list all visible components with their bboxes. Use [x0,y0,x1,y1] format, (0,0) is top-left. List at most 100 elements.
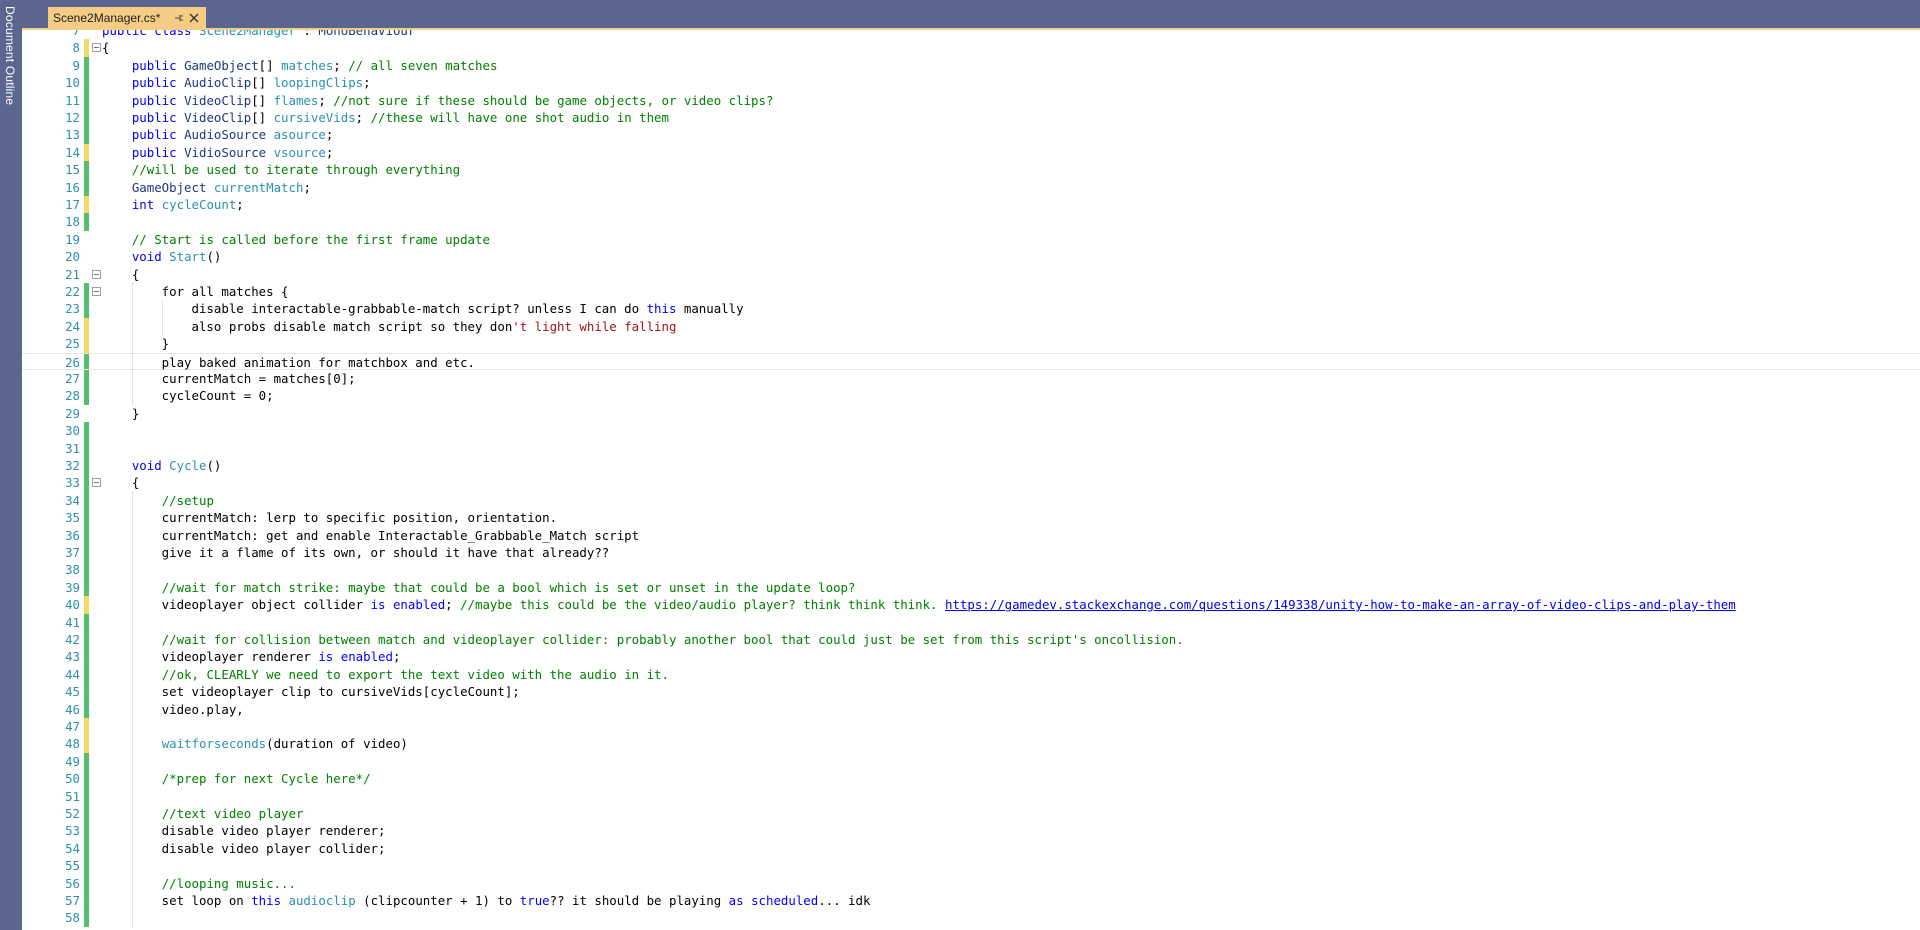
code-text: currentMatch: lerp to specific position,… [102,509,1920,526]
code-token: ; [355,110,371,125]
collapse-icon[interactable] [92,478,101,488]
code-token: give it a flame of its own, or should it… [102,545,610,560]
code-line[interactable]: 19 // Start is called before the first f… [22,231,1920,248]
code-line[interactable]: 46 video.play, [22,700,1920,718]
code-line[interactable]: 18 [22,213,1920,231]
code-line[interactable]: 56 //looping music... [22,874,1920,892]
saved-change-marker [84,839,89,858]
code-line[interactable]: 38 [22,561,1920,579]
saved-change-marker [84,126,89,144]
code-line[interactable]: 39 //wait for match strike: maybe that c… [22,578,1920,597]
code-line[interactable]: 51 [22,787,1920,805]
saved-change-marker [84,578,89,597]
code-line[interactable]: 24 also probs disable match script so th… [22,317,1920,336]
code-line[interactable]: 34 //setup [22,491,1920,510]
collapse-icon[interactable] [92,269,101,279]
code-token: public [131,110,185,125]
saved-change-marker [84,874,89,892]
close-icon[interactable] [186,10,202,26]
code-line[interactable]: 30 [22,422,1920,440]
code-line[interactable]: 54 disable video player collider; [22,839,1920,858]
code-line[interactable]: 57 set loop on this audioclip (clipcount… [22,892,1920,910]
unsaved-change-marker [84,735,89,753]
code-token: [] [251,75,274,91]
code-line[interactable]: 11 public VideoClip[] flames; //not sure… [22,91,1920,109]
code-line[interactable]: 37 give it a flame of its own, or should… [22,544,1920,562]
indent-guide [131,491,133,927]
code-line[interactable]: 29 } [22,405,1920,422]
collapse-icon[interactable] [92,43,101,53]
line-number: 20 [65,249,80,265]
code-line[interactable]: 36 currentMatch: get and enable Interact… [22,526,1920,544]
pin-icon[interactable] [172,11,186,25]
code-line[interactable]: 43 videoplayer renderer is enabled; [22,648,1920,666]
code-line[interactable]: 52 //text video player [22,805,1920,823]
code-text: play baked animation for matchbox and et… [102,354,1920,371]
code-line[interactable]: 32 void Cycle() [22,457,1920,475]
unsaved-change-marker [84,196,89,214]
code-line[interactable]: 35 currentMatch: lerp to specific positi… [22,509,1920,527]
code-token: (clipcounter + 1) to [355,893,520,908]
code-line[interactable]: 12 public VideoClip[] cursiveVids; //the… [22,109,1920,127]
code-line[interactable]: 22 for all matches { [22,283,1920,301]
document-outline-tab[interactable]: Document Outline [3,6,17,105]
code-line[interactable]: 17 int cycleCount; [22,196,1920,214]
code-line[interactable]: 55 [22,857,1920,875]
code-text: //wait for match strike: maybe that coul… [102,579,1920,596]
code-line[interactable]: 15 //will be used to iterate through eve… [22,161,1920,179]
saved-change-marker [84,648,89,666]
code-token: AudioClip [184,75,252,91]
code-line[interactable]: 42 //wait for collision between match an… [22,631,1920,649]
line-number: 35 [65,510,80,526]
code-line[interactable]: 33 { [22,474,1920,492]
code-text: // Start is called before the first fram… [102,231,1920,248]
code-line[interactable]: 41 [22,613,1920,631]
saved-change-marker [84,213,89,231]
code-line[interactable]: 45 set videoplayer clip to cursiveVids[c… [22,683,1920,701]
saved-change-marker [84,665,89,684]
code-line[interactable]: 47 [22,718,1920,736]
code-line[interactable]: 23 disable interactable-grabbable-match … [22,300,1920,318]
code-line[interactable]: 10 public AudioClip[] loopingClips; [22,74,1920,92]
code-line[interactable]: 25 } [22,335,1920,353]
code-text: for all matches { [102,283,1920,300]
code-token: enabled [392,597,446,613]
code-line[interactable]: 26 play baked animation for matchbox and… [22,352,1920,371]
line-number: 14 [65,144,80,160]
code-line[interactable]: 8{ [22,39,1920,57]
code-token: //wait for collision between match and v… [161,632,1184,647]
code-line[interactable]: 58 [22,909,1920,927]
code-line[interactable]: 48 waitforseconds(duration of video) [22,735,1920,753]
collapse-icon[interactable] [92,287,101,296]
code-token: currentMatch: lerp to specific position,… [102,510,558,526]
code-line[interactable]: 21 { [22,266,1920,283]
code-line[interactable]: 20 void Start() [22,248,1920,265]
code-editor[interactable]: 7 public class Scene2Manager : MonoBehavi… [22,30,1920,930]
code-line[interactable]: 53 disable video player renderer; [22,822,1920,840]
code-token: cycleCount [161,197,237,212]
code-line[interactable]: 31 [22,439,1920,457]
code-line[interactable]: 50 /*prep for next Cycle here*/ [22,770,1920,788]
code-line[interactable]: 13 public AudioSource asource; [22,126,1920,144]
code-token: void [131,458,170,473]
code-line[interactable]: 49 [22,752,1920,771]
code-line[interactable]: 9 public GameObject[] matches; // all se… [22,56,1920,75]
code-link[interactable]: https://gamedev.stackexchange.com/questi… [945,597,1736,612]
code-token: loopingClips [273,75,364,91]
code-line[interactable]: 16 GameObject currentMatch; [22,178,1920,196]
code-token: [] [258,57,282,73]
code-line[interactable]: 28 cycleCount = 0; [22,387,1920,405]
tab-scene2manager[interactable]: Scene2Manager.cs* [48,7,206,28]
code-line[interactable]: 44 //ok, CLEARLY we need to export the t… [22,665,1920,684]
code-line[interactable]: 27 currentMatch = matches[0]; [22,370,1920,388]
unsaved-change-marker [84,143,89,162]
saved-change-marker [84,683,89,701]
saved-change-marker [84,631,89,649]
line-number: 22 [65,284,80,299]
code-line[interactable]: 40 videoplayer object collider is enable… [22,596,1920,614]
code-line[interactable]: 14 public VidioSource vsource; [22,143,1920,162]
code-line[interactable]: 7 public class Scene2Manager : MonoBehavi… [22,30,1920,39]
